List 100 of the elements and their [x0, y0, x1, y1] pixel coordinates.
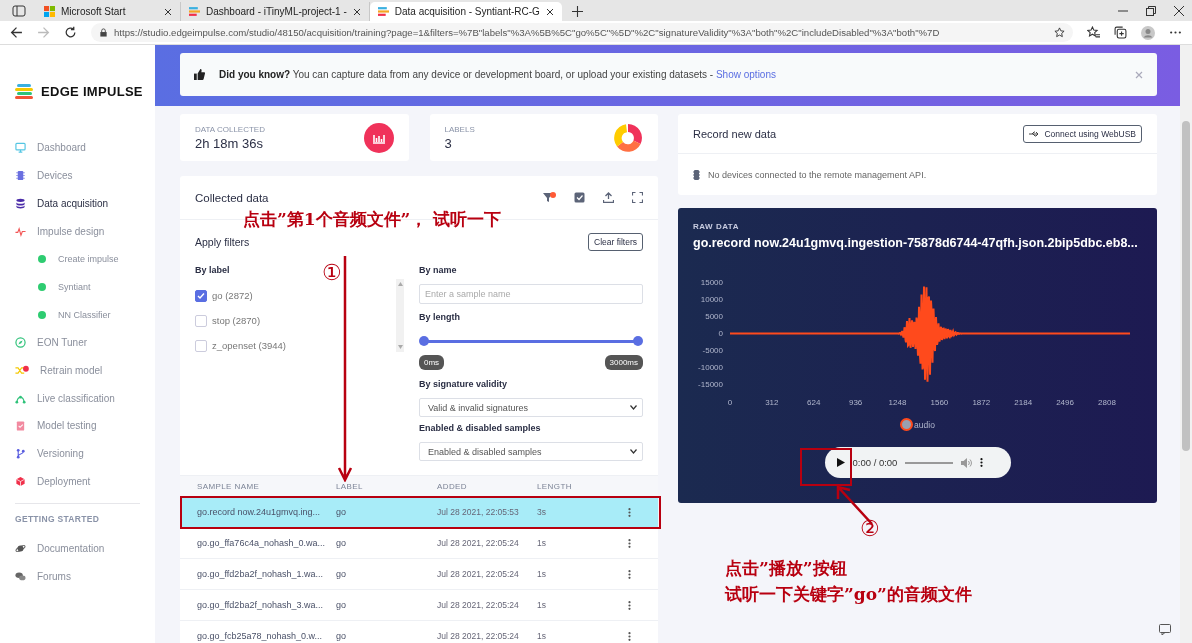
enabled-select[interactable]: Enabled & disabled samples	[419, 442, 643, 461]
logo-icon	[15, 83, 35, 99]
column-header: ADDED	[437, 482, 468, 491]
signature-select[interactable]: Valid & invalid signatures	[419, 398, 643, 417]
sample-name: go.go_fcb25a78_nohash_0.w...	[196, 631, 324, 641]
tab-actions-icon[interactable]	[12, 5, 26, 17]
sidebar-subitem[interactable]: NN Classifier	[0, 300, 155, 329]
sidebar-item[interactable]: Impulse design	[0, 217, 155, 246]
play-icon[interactable]	[836, 458, 845, 467]
show-options-link[interactable]: Show options	[715, 69, 776, 80]
sidebar-item[interactable]: Versioning	[0, 439, 155, 468]
card-title: Record new data	[693, 127, 778, 140]
sidebar-item[interactable]: Documentation	[0, 534, 155, 563]
feedback-icon[interactable]	[1159, 624, 1171, 635]
time-display: 0:00 / 0:00	[852, 457, 898, 468]
table-row[interactable]: go.go_ffa76c4a_nohash_0.wa... go Jul 28 2021, 22:05:24 1s	[180, 528, 658, 559]
max-value-label: 3000ms	[604, 355, 643, 370]
branch-icon	[15, 448, 26, 460]
column-header: LENGTH	[537, 482, 573, 491]
close-icon[interactable]	[352, 7, 361, 16]
date-cell-text: Jul 28 2021, 22:05:24	[437, 569, 520, 579]
sidebar-item[interactable]: Forums	[0, 562, 155, 590]
planet-icon	[15, 542, 26, 554]
upload-icon[interactable]	[603, 192, 614, 203]
sidebar-item[interactable]: Retrain model	[0, 356, 155, 385]
y-tick-label: 5000	[704, 311, 723, 323]
refresh-icon[interactable]	[64, 26, 77, 39]
back-icon[interactable]	[10, 26, 23, 39]
check-square-icon[interactable]	[574, 192, 585, 203]
close-icon[interactable]	[164, 7, 172, 16]
shuffle-icon	[15, 364, 29, 376]
sidebar-item[interactable]: Devices	[0, 161, 155, 190]
sample-name: go.go_ffa76c4a_nohash_0.wa...	[196, 538, 326, 548]
favorites-icon[interactable]	[1087, 26, 1100, 39]
progress-track[interactable]	[905, 461, 954, 464]
table-row[interactable]: go.go_fcb25a78_nohash_0.w... go Jul 28 2021, 22:05:24 1s	[180, 621, 658, 643]
sidebar-item[interactable]: EON Tuner	[0, 328, 155, 357]
scrollbar[interactable]	[1180, 45, 1192, 643]
x-tick-label: 2808	[1097, 398, 1117, 407]
panel-label: RAW DATA	[693, 222, 740, 231]
x-tick-label: 2496	[1055, 398, 1075, 407]
checkbox[interactable]	[195, 289, 207, 302]
field-label: By length	[419, 312, 460, 324]
highlight-frame	[800, 448, 852, 486]
stat-value: 2h 18m 36s	[195, 135, 264, 151]
length-cell-text: 3s	[537, 507, 547, 517]
annotation-text: 点击”播放”按钮	[725, 558, 848, 579]
chat-icon	[15, 570, 26, 582]
clear-filters-button[interactable]: Clear filters	[588, 233, 643, 251]
table-row[interactable]: go.go_ffd2ba2f_nohash_1.wa... go Jul 28 2021, 22:05:24 1s	[180, 559, 658, 590]
more-icon[interactable]	[628, 631, 631, 641]
webusb-button[interactable]: Connect using WebUSB	[1023, 124, 1142, 143]
pulse-icon	[15, 225, 26, 237]
close-icon[interactable]	[1174, 6, 1184, 16]
more-icon[interactable]	[628, 600, 631, 610]
section-title: Apply filters	[195, 236, 250, 248]
table-row[interactable]: go.go_ffd2ba2f_nohash_3.wa... go Jul 28 2021, 22:05:24 1s	[180, 590, 658, 621]
y-tick-label: 15000	[699, 277, 723, 289]
more-icon[interactable]	[628, 569, 631, 579]
length-cell-text: 1s	[537, 600, 547, 610]
more-icon[interactable]	[628, 538, 631, 548]
y-tick-label: -15000	[697, 379, 723, 391]
field-label: Enabled & disabled samples	[419, 423, 541, 435]
field-label: By name	[419, 265, 457, 277]
checkbox-label: go (2872)	[212, 290, 253, 301]
filter-icon[interactable]	[543, 192, 556, 203]
y-tick-label: -10000	[697, 362, 723, 374]
plus-icon[interactable]	[571, 6, 583, 17]
star-icon[interactable]	[1054, 27, 1065, 38]
avatar-icon[interactable]	[1141, 25, 1155, 40]
column-header: LABEL	[336, 482, 364, 491]
expand-icon[interactable]	[632, 192, 643, 203]
clipboard-icon	[15, 420, 26, 432]
close-icon[interactable]	[545, 7, 554, 16]
x-tick-label: 1248	[887, 398, 908, 407]
name-input[interactable]: Enter a sample name	[419, 284, 643, 304]
annotation-text: 试听一下关键字”go”的音频文件	[725, 584, 972, 605]
restore-icon[interactable]	[1146, 6, 1156, 16]
browser-tab[interactable]: Data acquisition - Syntiant-RC-G	[369, 2, 562, 21]
sidebar-item[interactable]: Live classification	[0, 384, 155, 412]
stat-label: LABELS	[444, 124, 476, 134]
audio-player[interactable]: 0:00 / 0:00	[824, 447, 1011, 478]
sidebar-item[interactable]: Deployment	[0, 467, 155, 496]
collections-icon[interactable]	[1114, 26, 1127, 39]
y-tick-label: -5000	[701, 345, 723, 357]
field-label: By signature validity	[419, 379, 508, 391]
length-slider[interactable]	[419, 336, 643, 346]
sidebar-subitem[interactable]: Create impulse	[0, 245, 155, 273]
sidebar-item[interactable]: Model testing	[0, 411, 155, 440]
volume-icon[interactable]	[961, 457, 973, 468]
field-label: By label	[195, 265, 230, 277]
x-tick-label: 624	[806, 398, 822, 407]
sidebar-item[interactable]: Dashboard	[0, 134, 155, 162]
tip-text: Did you know? You can capture data from any device or development board, or upload your existing datasets - Show options	[219, 69, 777, 80]
address-bar[interactable]: https://studio.edgeimpulse.com/studio/48150/acquisition/training?page=1&filters=%7B"labels"%3A%5B%5C"go%5C"%5D"%2C"signatureValidity"%3A"both"%2C"includeDisabled"%3A"both"%7D	[91, 23, 1073, 42]
dot-icon	[38, 310, 46, 319]
sidebar-subitem[interactable]: Syntiant	[0, 273, 155, 301]
more-icon[interactable]	[980, 458, 984, 467]
card-title: Collected data	[195, 191, 270, 204]
x-tick-label: 312	[764, 398, 780, 407]
